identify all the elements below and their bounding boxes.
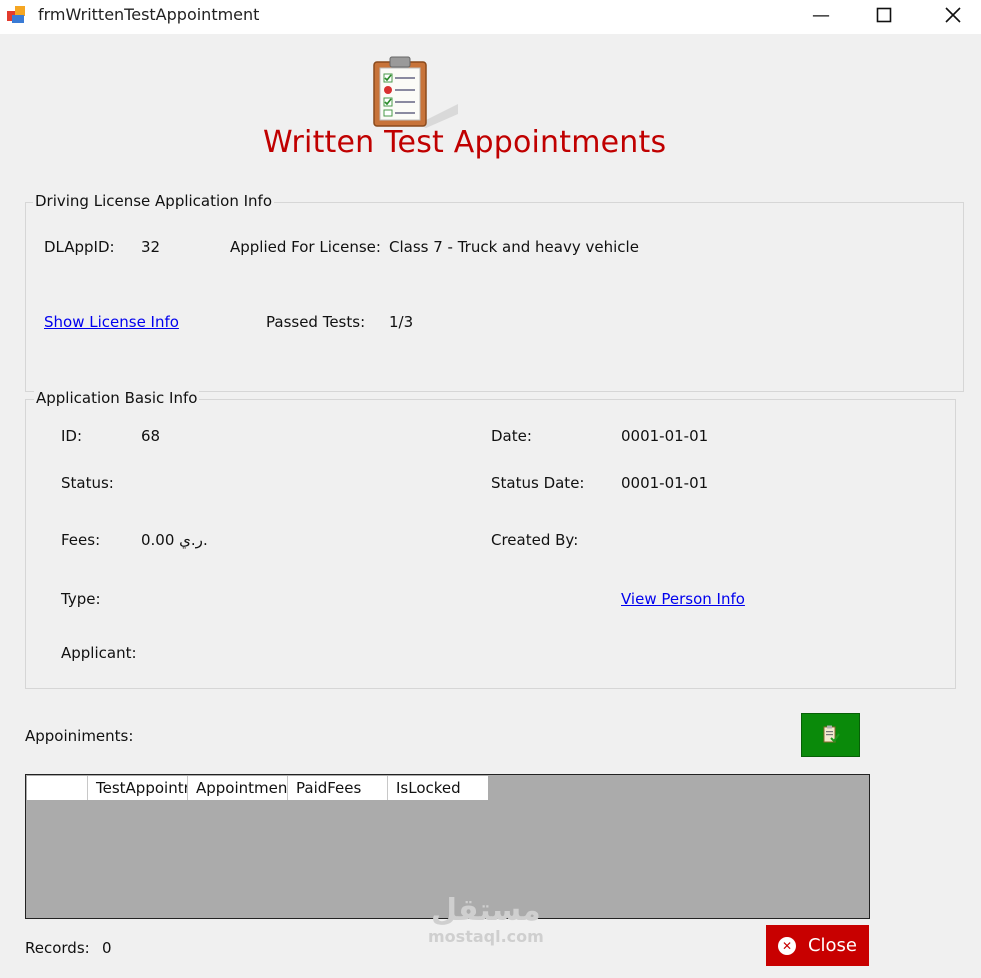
column-header-test-appointment-id[interactable]: TestAppointmentID <box>88 776 188 800</box>
column-header-appointment-date[interactable]: AppointmentDate <box>188 776 288 800</box>
date-label: Date: <box>491 427 532 445</box>
fees-label: Fees: <box>61 531 101 549</box>
close-button[interactable]: ✕ Close <box>766 925 869 966</box>
fees-value: 0.00 ر.ي. <box>141 531 208 549</box>
records-count: 0 <box>102 939 112 957</box>
date-value: 0001-01-01 <box>621 427 709 445</box>
close-icon <box>945 7 961 23</box>
close-circle-icon: ✕ <box>777 936 796 955</box>
grid-header: TestAppointmentID AppointmentDate PaidFe… <box>27 776 488 800</box>
passed-tests-value: 1/3 <box>389 313 414 331</box>
close-button-label: Close <box>807 935 858 956</box>
status-date-value: 0001-01-01 <box>621 474 709 492</box>
records-label: Records: <box>25 939 90 957</box>
page-title: Written Test Appointments <box>263 125 667 160</box>
dlappid-value: 32 <box>141 238 161 256</box>
grid-row-header-corner <box>27 776 88 800</box>
type-label: Type: <box>61 590 101 608</box>
show-license-info-link[interactable]: Show License Info <box>44 313 179 331</box>
window-title: frmWrittenTestAppointment <box>38 5 260 24</box>
window-close-button[interactable] <box>925 0 981 30</box>
status-date-label: Status Date: <box>491 474 585 492</box>
add-appointment-icon <box>823 725 840 743</box>
clipboard-checklist-icon <box>373 56 458 128</box>
dlappid-label: DLAppID: <box>44 238 115 256</box>
add-appointment-button[interactable] <box>801 713 860 757</box>
maximize-icon <box>876 7 892 23</box>
watermark: مستقل mostaql.com <box>428 893 544 947</box>
maximize-button[interactable] <box>856 0 912 30</box>
column-header-is-locked[interactable]: IsLocked <box>388 776 488 800</box>
appointments-label: Appoiniments: <box>25 727 134 745</box>
id-label: ID: <box>61 427 83 445</box>
app-icon <box>7 6 25 23</box>
window-titlebar: frmWrittenTestAppointment — <box>0 0 981 34</box>
passed-tests-label: Passed Tests: <box>266 313 366 331</box>
applied-license-label: Applied For License: <box>230 238 381 256</box>
watermark-arabic: مستقل <box>431 893 541 928</box>
watermark-english: mostaql.com <box>428 927 544 946</box>
view-person-info-link[interactable]: View Person Info <box>621 590 745 608</box>
column-header-paid-fees[interactable]: PaidFees <box>288 776 388 800</box>
minimize-button[interactable]: — <box>793 0 849 30</box>
applicant-label: Applicant: <box>61 644 137 662</box>
license-info-legend: Driving License Application Info <box>33 192 275 210</box>
license-info-group <box>25 202 964 392</box>
created-by-label: Created By: <box>491 531 579 549</box>
minimize-icon: — <box>812 4 830 26</box>
id-value: 68 <box>141 427 161 445</box>
status-label: Status: <box>61 474 114 492</box>
basic-info-legend: Application Basic Info <box>34 389 200 407</box>
applied-license-value: Class 7 - Truck and heavy vehicle <box>389 238 639 256</box>
